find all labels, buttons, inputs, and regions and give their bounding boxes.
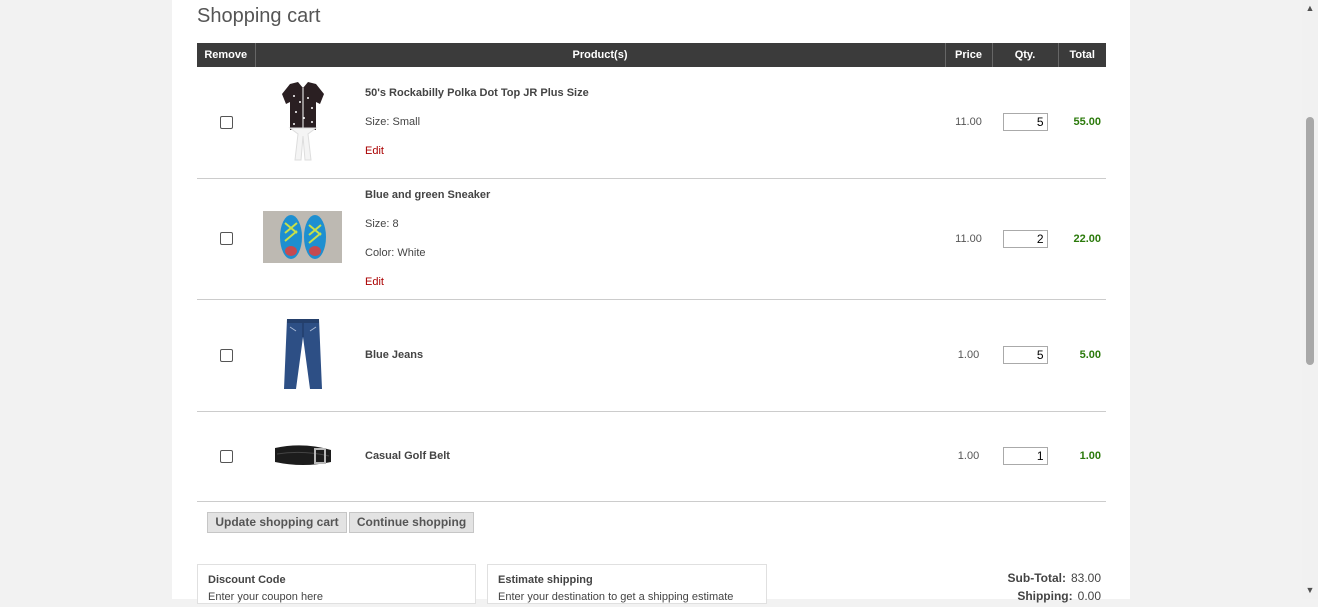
product-image-cell — [255, 299, 350, 412]
line-total: 1.00 — [1058, 411, 1106, 502]
line-total: 5.00 — [1058, 299, 1106, 412]
quantity-input[interactable]: 5 — [1002, 346, 1048, 364]
shipping-row: Shipping: 0.00 — [972, 589, 1101, 607]
line-total: 55.00 — [1058, 67, 1106, 179]
quantity-cell: 5 — [992, 67, 1058, 179]
header-price: Price — [944, 43, 992, 67]
discount-title: Discount Code — [208, 574, 286, 586]
header-total: Total — [1057, 43, 1106, 67]
product-name-link[interactable]: Blue Jeans — [365, 349, 945, 361]
unit-price: 11.00 — [945, 67, 992, 179]
header-remove: Remove — [197, 43, 255, 67]
product-name-link[interactable]: Casual Golf Belt — [365, 450, 945, 462]
product-attribute: Size: 8 — [365, 218, 399, 230]
polka-dot-top-image[interactable] — [278, 80, 328, 162]
product-image-cell — [255, 411, 350, 502]
quantity-cell: 5 — [992, 299, 1058, 412]
sneaker-image[interactable] — [263, 211, 342, 263]
discount-description: Enter your coupon here — [208, 591, 323, 603]
product-attribute: Color: White — [365, 247, 426, 259]
product-image-cell — [255, 178, 350, 300]
subtotal-value: 83.00 — [1070, 571, 1101, 585]
table-header-row: Remove Product(s) Price Qty. Total — [197, 43, 1106, 67]
product-image-cell — [255, 67, 350, 179]
cart-table: Remove Product(s) Price Qty. Total 50's … — [197, 43, 1106, 502]
product-info-cell: Blue and green Sneaker Size: 8 Color: Wh… — [350, 178, 945, 300]
vertical-scrollbar[interactable]: ▲ ▼ — [1302, 0, 1318, 599]
remove-cell — [197, 299, 255, 412]
scrollbar-thumb[interactable] — [1306, 117, 1314, 365]
product-name-link[interactable]: 50's Rockabilly Polka Dot Top JR Plus Si… — [365, 87, 945, 99]
scroll-down-arrow-icon[interactable]: ▼ — [1302, 582, 1318, 599]
remove-checkbox[interactable] — [219, 115, 233, 129]
shipping-title: Estimate shipping — [498, 574, 593, 586]
quantity-input[interactable]: 5 — [1002, 113, 1048, 132]
table-row: Blue and green Sneaker Size: 8 Color: Wh… — [197, 178, 1106, 300]
quantity-cell: 2 — [992, 178, 1058, 300]
remove-cell — [197, 411, 255, 502]
shipping-label: Shipping: — [1017, 589, 1073, 603]
quantity-cell: 1 — [992, 411, 1058, 502]
table-row: Blue Jeans 1.00 5 5.00 — [197, 299, 1106, 412]
product-info-cell: Casual Golf Belt — [350, 411, 945, 502]
product-info-cell: Blue Jeans — [350, 299, 945, 412]
table-row: 50's Rockabilly Polka Dot Top JR Plus Si… — [197, 67, 1106, 179]
product-attribute: Size: Small — [365, 116, 421, 129]
unit-price: 11.00 — [945, 178, 992, 300]
edit-link[interactable]: Edit — [365, 145, 945, 157]
line-total: 22.00 — [1058, 178, 1106, 300]
jeans-image[interactable] — [282, 317, 324, 391]
page-title: Shopping cart — [197, 5, 321, 27]
product-info-cell: 50's Rockabilly Polka Dot Top JR Plus Si… — [350, 67, 945, 179]
scroll-up-arrow-icon[interactable]: ▲ — [1302, 0, 1318, 17]
discount-code-box: Discount Code Enter your coupon here — [197, 564, 476, 604]
unit-price: 1.00 — [945, 299, 992, 412]
quantity-input[interactable]: 1 — [1002, 447, 1048, 465]
shipping-description: Enter your destination to get a shipping… — [498, 591, 734, 603]
remove-checkbox[interactable] — [219, 232, 233, 245]
product-name-link[interactable]: Blue and green Sneaker — [365, 189, 945, 201]
estimate-shipping-box: Estimate shipping Enter your destination… — [487, 564, 767, 604]
shipping-value: 0.00 — [1077, 589, 1101, 603]
header-qty: Qty. — [991, 43, 1058, 67]
quantity-input[interactable]: 2 — [1002, 229, 1048, 248]
page-content: Shopping cart Remove Product(s) Price Qt… — [172, 0, 1130, 604]
remove-checkbox[interactable] — [219, 348, 233, 362]
table-row: Casual Golf Belt 1.00 1 1.00 — [197, 411, 1106, 502]
belt-image[interactable] — [271, 440, 335, 470]
subtotal-row: Sub-Total: 83.00 — [972, 571, 1101, 589]
remove-cell — [197, 67, 255, 179]
remove-cell — [197, 178, 255, 300]
header-product: Product(s) — [254, 43, 945, 67]
edit-link[interactable]: Edit — [365, 276, 945, 288]
remove-checkbox[interactable] — [219, 449, 233, 463]
continue-shopping-button[interactable]: Continue shopping — [349, 512, 474, 533]
order-totals: Sub-Total: 83.00 Shipping: 0.00 — [972, 571, 1101, 607]
update-cart-button[interactable]: Update shopping cart — [207, 512, 347, 533]
subtotal-label: Sub-Total: — [1007, 571, 1066, 585]
unit-price: 1.00 — [945, 411, 992, 502]
